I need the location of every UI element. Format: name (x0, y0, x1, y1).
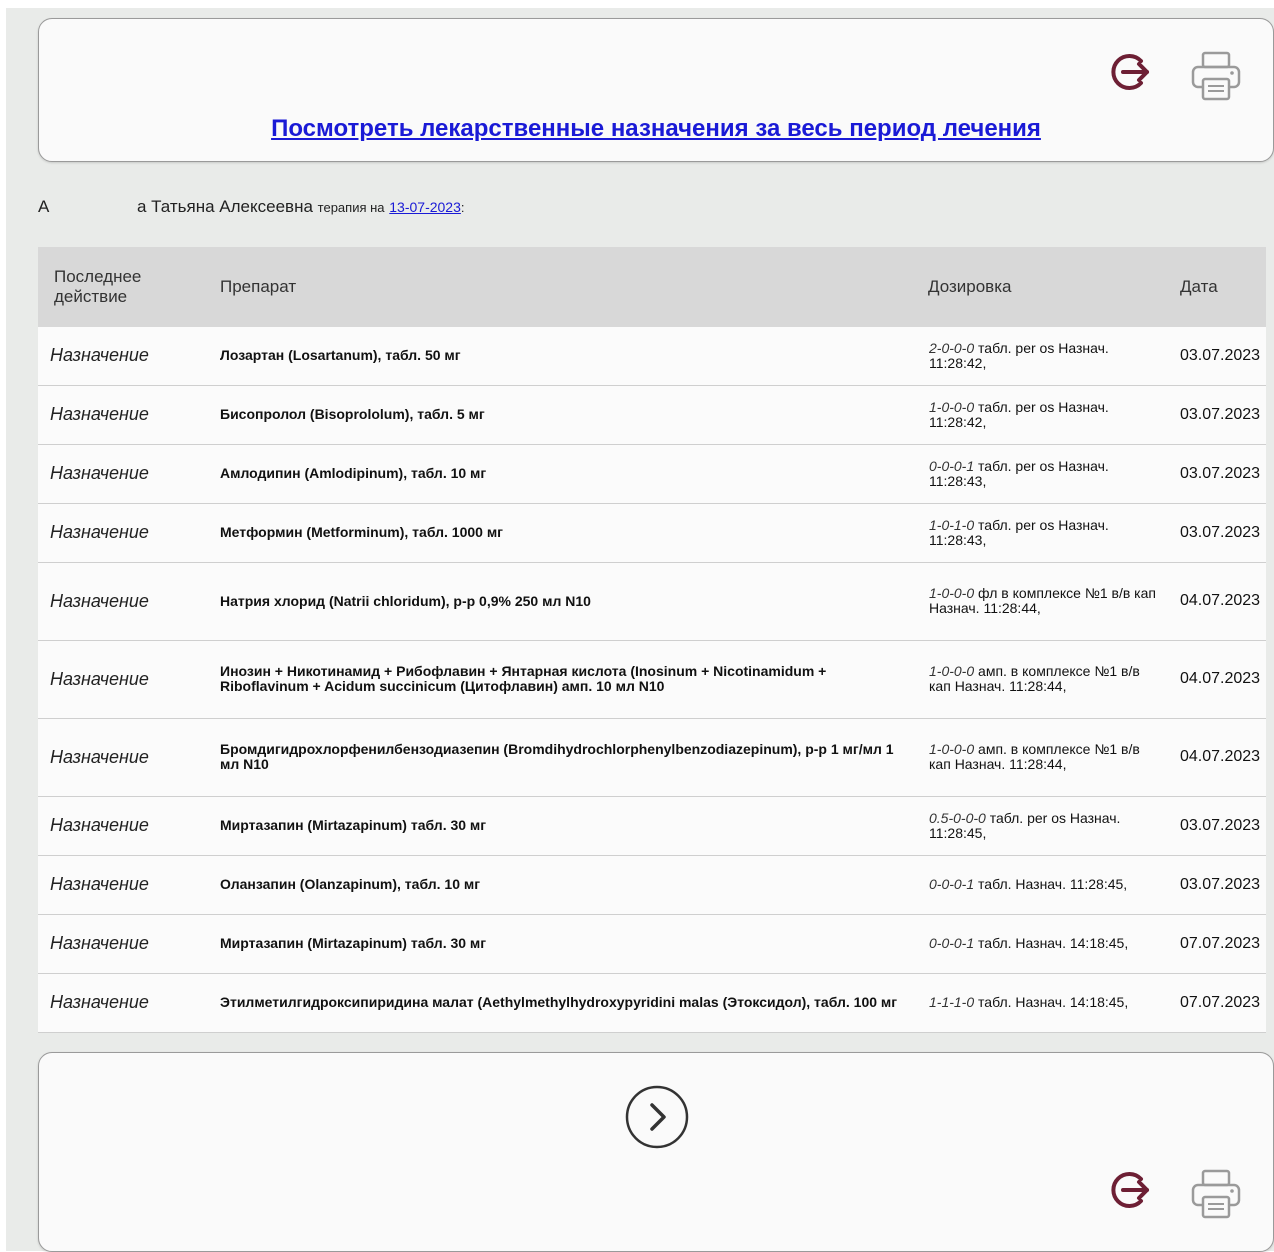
logout-icon[interactable] (1107, 1167, 1153, 1213)
table-row: Назначение Миртазапин (Mirtazapinum) табл… (38, 914, 1266, 973)
dose-code: 1-1-1-0 (929, 994, 975, 1010)
period-prescriptions-link[interactable]: Посмотреть лекарственные назначения за в… (39, 115, 1273, 143)
row-drug: Бисопролол (Bisoprololum), табл. 5 мг (220, 406, 485, 422)
prescriptions-table: Последнее действие Препарат Дозировка Да… (38, 247, 1266, 1033)
table-row: Назначение Этилметилгидроксипиридина мала… (38, 973, 1266, 1032)
row-date: 04.07.2023 (1180, 748, 1261, 765)
header-last-action: Последнее действие (54, 267, 142, 306)
prescriptions-table-wrap: Последнее действие Препарат Дозировка Да… (38, 247, 1266, 1033)
table-row: Назначение Миртазапин (Mirtazapinum) табл… (38, 796, 1266, 855)
table-row: Назначение Метформин (Metforminum), табл.… (38, 503, 1266, 562)
dose-text: табл. Назнач. 14:18:45, (974, 935, 1129, 951)
dose-code: 1-0-0-0 (929, 398, 975, 415)
row-date: 03.07.2023 (1180, 875, 1261, 893)
row-dosage: 1-0-0-0 амп. в комплексе №1 в/в кап Назн… (928, 718, 1168, 796)
dose-code: 0-0-0-1 (929, 876, 975, 892)
dose-text: табл. Назнач. 14:18:45, (974, 994, 1129, 1010)
row-dosage: 0-0-0-1 табл. Назнач. 14:18:45, (928, 914, 1168, 973)
row-drug: Метформин (Metforminum), табл. 1000 мг (220, 524, 504, 540)
bottom-panel (38, 1052, 1274, 1252)
header-drug: Препарат (220, 277, 297, 296)
printer-icon[interactable] (1189, 49, 1243, 103)
therapy-suffix: : (460, 200, 465, 215)
patient-name-initial: А (38, 197, 50, 216)
dose-code: 1-0-0-0 (929, 585, 975, 601)
row-dosage: 2-0-0-0 табл. per os Назнач. 11:28:42, (928, 327, 1168, 385)
row-action: Назначение (50, 522, 149, 542)
row-date: 03.07.2023 (1180, 405, 1261, 423)
row-drug: Натрия хлорид (Natrii chloridum), р-р 0,… (220, 592, 591, 609)
row-drug: Лозартан (Losartanum), табл. 50 мг (220, 347, 461, 364)
row-action: Назначение (50, 874, 149, 894)
next-circle-icon[interactable] (624, 1084, 690, 1155)
table-row: Назначение Амлодипин (Amlodipinum), табл.… (38, 444, 1266, 503)
therapy-date-link[interactable]: 13-07-2023 (389, 199, 461, 215)
row-drug: Миртазапин (Mirtazapinum) табл. 30 мг (220, 935, 487, 951)
row-date: 07.07.2023 (1180, 934, 1261, 952)
row-action: Назначение (50, 590, 149, 611)
dose-code: 0-0-0-1 (929, 457, 975, 474)
row-action: Назначение (50, 933, 149, 953)
table-row: Назначение Лозартан (Losartanum), табл. 5… (38, 327, 1266, 385)
row-date: 04.07.2023 (1180, 592, 1261, 609)
row-drug: Этилметилгидроксипиридина малат (Aethylm… (220, 994, 898, 1010)
row-action: Назначение (50, 992, 149, 1012)
row-dosage: 1-0-0-0 табл. per os Назнач. 11:28:42, (928, 385, 1168, 444)
row-dosage: 0-0-0-1 табл. Назнач. 11:28:45, (928, 855, 1168, 914)
header-dosage: Дозировка (928, 277, 1012, 296)
therapy-label: терапия на (317, 200, 385, 215)
table-row: Назначение Бисопролол (Bisoprololum), таб… (38, 385, 1266, 444)
top-panel: Посмотреть лекарственные назначения за в… (38, 18, 1274, 162)
patient-info: Аа Татьяна Алексеевна терапия на 13-07-2… (38, 197, 465, 217)
row-date: 07.07.2023 (1180, 993, 1261, 1011)
row-date: 03.07.2023 (1180, 523, 1261, 541)
logout-icon[interactable] (1107, 49, 1153, 95)
header-date: Дата (1180, 277, 1218, 296)
dose-code: 1-0-1-0 (929, 516, 975, 533)
row-action: Назначение (50, 815, 149, 835)
row-drug: Амлодипин (Amlodipinum), табл. 10 мг (220, 465, 487, 481)
row-date: 04.07.2023 (1180, 670, 1261, 687)
dose-code: 0-0-0-1 (929, 935, 975, 951)
row-action: Назначение (50, 345, 149, 366)
dose-text: табл. Назнач. 11:28:45, (974, 876, 1128, 892)
dose-code: 1-0-0-0 (929, 741, 975, 757)
table-row: Назначение Бромдигидрохлорфенилбензодиазе… (38, 718, 1266, 796)
row-date: 03.07.2023 (1180, 816, 1261, 834)
row-drug: Оланзапин (Olanzapinum), табл. 10 мг (220, 876, 481, 892)
row-dosage: 1-0-0-0 фл в комплексе №1 в/в кап Назнач… (928, 562, 1168, 640)
row-dosage: 0.5-0-0-0 табл. per os Назнач. 11:28:45, (928, 796, 1168, 855)
row-drug: Миртазапин (Mirtazapinum) табл. 30 мг (220, 817, 487, 833)
row-dosage: 0-0-0-1 табл. per os Назнач. 11:28:43, (928, 444, 1168, 503)
row-action: Назначение (50, 404, 149, 424)
patient-name: а Татьяна Алексеевна (137, 197, 313, 216)
table-row: Назначение Натрия хлорид (Natrii chloridu… (38, 562, 1266, 640)
table-row: Назначение Оланзапин (Olanzapinum), табл.… (38, 855, 1266, 914)
row-date: 03.07.2023 (1180, 346, 1261, 364)
table-header-row: Последнее действие Препарат Дозировка Да… (38, 247, 1266, 327)
row-drug: Инозин + Никотинамид + Рибофлавин + Янта… (220, 663, 827, 694)
table-row: Назначение Инозин + Никотинамид + Рибофла… (38, 640, 1266, 718)
dose-code: 0.5-0-0-0 (929, 809, 986, 826)
row-action: Назначение (50, 668, 149, 689)
dose-code: 2-0-0-0 (929, 339, 975, 356)
row-drug: Бромдигидрохлорфенилбензодиазепин (Bromd… (220, 741, 894, 772)
row-dosage: 1-1-1-0 табл. Назнач. 14:18:45, (928, 973, 1168, 1032)
dose-code: 1-0-0-0 (929, 663, 975, 679)
row-dosage: 1-0-1-0 табл. per os Назнач. 11:28:43, (928, 503, 1168, 562)
row-date: 03.07.2023 (1180, 464, 1261, 482)
row-action: Назначение (50, 746, 149, 767)
table-body: Назначение Лозартан (Losartanum), табл. 5… (38, 327, 1266, 1032)
printer-icon[interactable] (1189, 1167, 1243, 1221)
row-dosage: 1-0-0-0 амп. в комплексе №1 в/в кап Назн… (928, 640, 1168, 718)
row-action: Назначение (50, 463, 149, 483)
